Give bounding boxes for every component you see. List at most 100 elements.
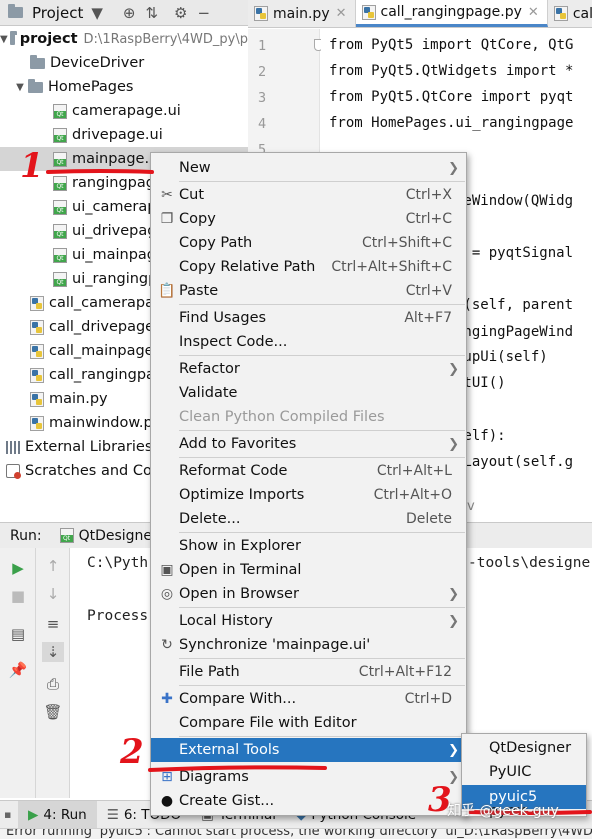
run-toolbar-secondary: ↑ ↓ ≡ ⇣ ⎙ 🗑 (36, 548, 70, 798)
menu-separator (179, 430, 465, 431)
tree-item-label: mainwindow.py (49, 415, 162, 431)
menu-item-inspect-code[interactable]: Inspect Code... (151, 330, 466, 354)
menu-separator (179, 181, 465, 182)
code-line: from PyQt5.QtWidgets import * (329, 63, 574, 79)
stop-icon[interactable]: ■ (7, 586, 29, 606)
menu-item-open-in-terminal[interactable]: ▣ Open in Terminal (151, 558, 466, 582)
menu-item-compare-with[interactable]: ✚ Compare With... Ctrl+D (151, 687, 466, 711)
editor-tab-label: main.py (273, 5, 330, 22)
code-line: geWindow(QWidg (455, 193, 574, 209)
folder-icon (30, 54, 45, 69)
qt-file-icon (53, 199, 67, 215)
layout-icon[interactable]: ▤ (7, 624, 29, 644)
python-file-icon (30, 319, 44, 335)
menu-separator (179, 685, 465, 686)
python-file-icon (30, 343, 44, 359)
arrow-down-icon[interactable]: ↓ (42, 584, 64, 604)
chevron-down-icon[interactable]: ▼ (91, 4, 103, 22)
python-file-icon (30, 415, 44, 431)
run-tab-label: QtDesigner (78, 527, 158, 544)
code-line: tupUi(self) (455, 349, 548, 365)
arrow-up-icon[interactable]: ↑ (42, 556, 64, 576)
menu-item-refactor[interactable]: Refactor ❯ (151, 357, 466, 381)
close-icon[interactable]: ✕ (336, 6, 347, 21)
menu-item-open-in-browser[interactable]: ◎ Open in Browser ❯ (151, 582, 466, 606)
qt-file-icon (59, 528, 74, 543)
line-number: 3 (258, 90, 267, 106)
collapse-all-icon[interactable]: ⇅ (145, 4, 158, 22)
submenu-item-pyuic[interactable]: PyUIC (462, 760, 586, 784)
menu-item-diagrams[interactable]: ⊞ Diagrams ❯ (151, 765, 466, 789)
sync-icon: ↻ (161, 637, 173, 653)
chevron-down-icon[interactable]: ▼ (14, 82, 26, 93)
trash-icon[interactable]: 🗑 (42, 702, 64, 722)
menu-item-copy-path[interactable]: Copy Path Ctrl+Shift+C (151, 231, 466, 255)
run-tab-qtdesigner[interactable]: QtDesigner (59, 527, 158, 544)
menu-item-show-in-explorer[interactable]: Show in Explorer (151, 534, 466, 558)
close-icon[interactable]: ✕ (528, 5, 539, 20)
menu-item-optimize-imports[interactable]: Optimize Imports Ctrl+Alt+O (151, 483, 466, 507)
menu-separator (179, 304, 465, 305)
tree-item-label: camerapage.ui (72, 103, 181, 119)
tree-item-drivepage-ui[interactable]: drivepage.ui (0, 123, 248, 147)
menu-item-copy-relative-path[interactable]: Copy Relative Path Ctrl+Alt+Shift+C (151, 255, 466, 279)
tree-item-camerapage-ui[interactable]: camerapage.ui (0, 99, 248, 123)
library-icon (6, 440, 20, 454)
bottom-tab-run[interactable]: ▶ 4: Run (18, 801, 97, 828)
line-number: 2 (258, 64, 267, 80)
menu-item-paste[interactable]: 📋 Paste Ctrl+V (151, 279, 466, 303)
print-icon[interactable]: ⎙ (42, 674, 64, 694)
menu-item-find-usages[interactable]: Find Usages Alt+F7 (151, 306, 466, 330)
target-icon[interactable]: ⊕ (123, 4, 136, 22)
editor-tab-call-partial[interactable]: call_ (548, 0, 592, 27)
menu-item-new[interactable]: New ❯ (151, 156, 466, 180)
project-path: D:\1RaspBerry\4WD_py\p (83, 31, 248, 47)
menu-item-reformat-code[interactable]: Reformat Code Ctrl+Alt+L (151, 459, 466, 483)
chevron-right-icon: ❯ (448, 160, 459, 176)
qt-file-icon (53, 271, 67, 287)
submenu-item-qtdesigner[interactable]: QtDesigner (462, 736, 586, 760)
editor-tab-label: call_ (572, 5, 592, 22)
chevron-right-icon: ❯ (448, 586, 459, 602)
console-line-fragment: -tools\designe (468, 555, 591, 571)
soft-wrap-icon[interactable]: ≡ (42, 614, 64, 634)
hide-icon[interactable]: − (197, 4, 210, 22)
menu-item-create-gist[interactable]: ● Create Gist... (151, 789, 466, 813)
diagram-icon: ⊞ (161, 769, 173, 785)
tree-item-label: mainpage.ui (72, 151, 163, 167)
menu-item-cut[interactable]: ✂ Cut Ctrl+X (151, 183, 466, 207)
menu-item-local-history[interactable]: Local History ❯ (151, 609, 466, 633)
project-view-title[interactable]: Project (32, 4, 83, 22)
status-bar: Error running 'pyuic5': Cannot start pro… (0, 828, 592, 839)
menu-item-synchronize[interactable]: ↻ Synchronize 'mainpage.ui' (151, 633, 466, 657)
menu-item-delete[interactable]: Delete... Delete (151, 507, 466, 531)
qt-file-icon (53, 175, 67, 191)
code-line: from PyQt5 import QtCore, QtG (329, 37, 574, 53)
menu-separator (179, 607, 465, 608)
editor-tab-call-rangingpage[interactable]: call_rangingpage.py ✕ (355, 0, 548, 27)
run-icon: ▶ (28, 806, 39, 823)
folder-icon (28, 78, 43, 93)
code-line: tLayout(self.g (455, 454, 574, 470)
tree-item-label: project (19, 31, 78, 47)
pin-icon[interactable]: 📌 (7, 660, 29, 680)
rerun-icon[interactable]: ▶ (7, 558, 29, 578)
menu-item-external-tools[interactable]: External Tools ❯ (151, 738, 466, 762)
code-line: l = pyqtSignal (455, 245, 574, 261)
tool-windows-icon[interactable]: ▪ (4, 808, 18, 821)
code-line: angingPageWind (455, 324, 574, 340)
editor-tab-main-py[interactable]: main.py ✕ (248, 0, 356, 27)
menu-item-add-to-favorites[interactable]: Add to Favorites ❯ (151, 432, 466, 456)
scroll-to-end-icon[interactable]: ⇣ (42, 642, 64, 662)
menu-item-copy[interactable]: ❐ Copy Ctrl+C (151, 207, 466, 231)
tree-item-homepages[interactable]: ▼ HomePages (0, 75, 248, 99)
gear-icon[interactable]: ⚙ (174, 4, 187, 22)
terminal-icon: ▣ (160, 562, 174, 578)
tree-item-devicedriver[interactable]: DeviceDriver (0, 51, 248, 75)
chevron-down-icon[interactable]: ▼ (0, 34, 8, 45)
tree-item-project[interactable]: ▼ project D:\1RaspBerry\4WD_py\p (0, 27, 248, 51)
paste-icon: 📋 (158, 283, 176, 299)
menu-item-validate[interactable]: Validate (151, 381, 466, 405)
menu-item-file-path[interactable]: File Path Ctrl+Alt+F12 (151, 660, 466, 684)
menu-item-compare-file-with-editor[interactable]: Compare File with Editor (151, 711, 466, 735)
